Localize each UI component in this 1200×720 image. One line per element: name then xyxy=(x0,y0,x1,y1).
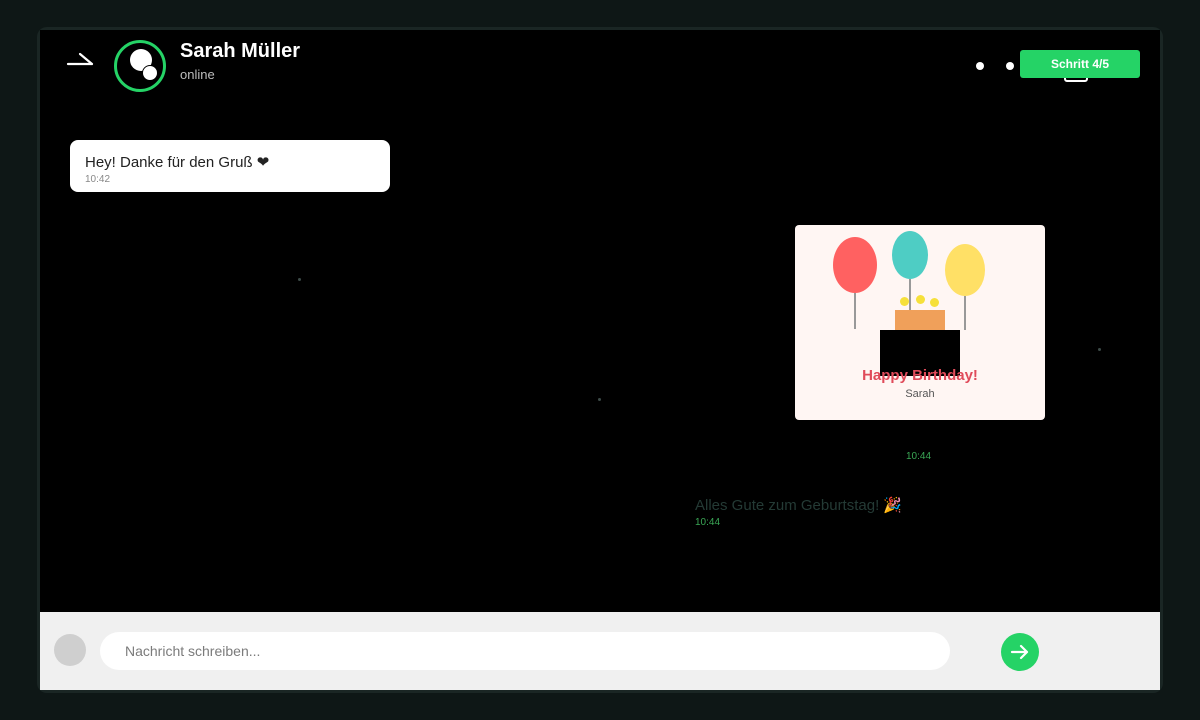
outgoing-message-text[interactable]: Alles Gute zum Geburtstag! 🎉 xyxy=(695,496,902,514)
balloon-string xyxy=(964,296,966,330)
contact-status: online xyxy=(180,67,215,82)
balloon-string xyxy=(854,293,856,329)
background-speck xyxy=(298,278,301,281)
card-title: Happy Birthday! xyxy=(862,367,978,384)
balloon-string xyxy=(909,279,911,311)
send-button[interactable] xyxy=(1001,633,1039,671)
step-badge: Schritt 4/5 xyxy=(1020,50,1140,78)
message-time: 10:42 xyxy=(85,174,111,185)
menu-dot-icon[interactable] xyxy=(1006,62,1014,70)
candle-flame-icon xyxy=(900,297,909,306)
balloon-yellow-icon xyxy=(945,244,985,296)
card-subtitle: Sarah xyxy=(905,388,935,400)
message-input[interactable] xyxy=(100,632,950,670)
candle-flame-icon xyxy=(930,298,939,307)
attach-icon[interactable] xyxy=(54,634,86,666)
app-window: Sarah Müller online Schritt 4/5 Hey! Dan… xyxy=(37,27,1163,693)
candle-flame-icon xyxy=(916,295,925,304)
message-time: 10:44 xyxy=(695,517,721,528)
balloon-red-icon xyxy=(833,237,877,293)
send-arrow-icon xyxy=(1010,644,1029,660)
message-text: Hey! Danke für den Gruß ❤ xyxy=(85,154,270,171)
incoming-message[interactable]: Hey! Danke für den Gruß ❤ 10:42 xyxy=(70,140,390,192)
cake-icon xyxy=(895,310,945,332)
message-time: 10:44 xyxy=(906,451,932,462)
chat-screen: Sarah Müller online Schritt 4/5 Hey! Dan… xyxy=(40,30,1160,690)
arrow-back-icon[interactable] xyxy=(66,50,96,72)
contact-name: Sarah Müller xyxy=(180,40,301,62)
composer-bar xyxy=(40,612,1160,690)
chat-header: Sarah Müller online Schritt 4/5 xyxy=(40,30,1160,110)
call-dot-icon[interactable] xyxy=(976,62,984,70)
balloon-teal-icon xyxy=(892,231,928,279)
birthday-card-message[interactable]: Happy Birthday! Sarah xyxy=(795,225,1045,420)
background-speck xyxy=(1098,348,1101,351)
background-speck xyxy=(598,398,601,401)
avatar[interactable] xyxy=(114,40,166,92)
